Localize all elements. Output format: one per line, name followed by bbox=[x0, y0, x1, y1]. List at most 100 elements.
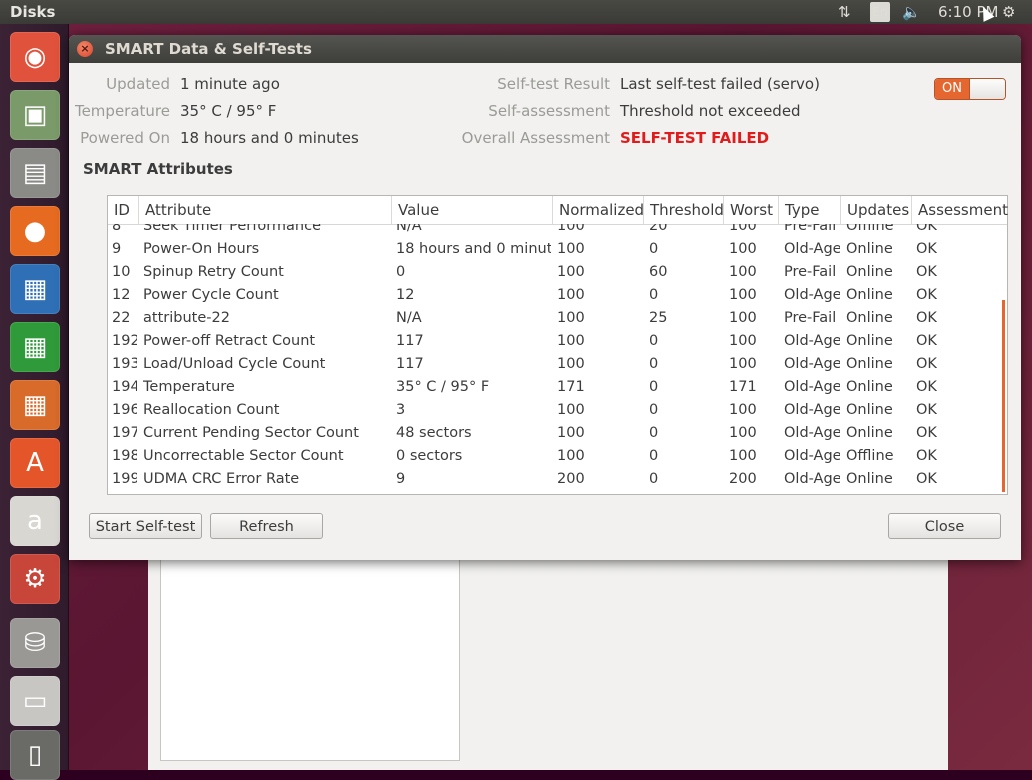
refresh-button[interactable]: Refresh bbox=[210, 513, 323, 539]
cell-normalized: 100 bbox=[557, 264, 585, 280]
cell-type: Old-Age bbox=[784, 356, 840, 372]
info-value-2: 18 hours and 0 minutes bbox=[180, 129, 359, 147]
cell-type: Pre-Fail bbox=[784, 310, 837, 326]
cell-assessment: OK bbox=[916, 379, 937, 395]
cell-type: Pre-Fail bbox=[784, 224, 837, 234]
table-row[interactable]: 198 Uncorrectable Sector Count 0 sectors 10… bbox=[108, 445, 1003, 468]
table-row[interactable]: 197 Current Pending Sector Count 48 sector… bbox=[108, 422, 1003, 445]
network-arrows-icon[interactable]: ⇅ bbox=[838, 2, 858, 22]
cell-type: Pre-Fail bbox=[784, 264, 837, 280]
cell-normalized: 100 bbox=[557, 356, 585, 372]
cell-attribute: Spinup Retry Count bbox=[143, 264, 284, 280]
table-row[interactable]: 12 Power Cycle Count 12 100 0 100 Old-Age Onlin… bbox=[108, 284, 1003, 307]
cell-attribute: Current Pending Sector Count bbox=[143, 425, 359, 441]
keyboard-language-indicator[interactable]: En bbox=[870, 2, 890, 22]
ubuntu-dash-icon-glyph: ◉ bbox=[23, 42, 47, 72]
switch-knob[interactable] bbox=[969, 79, 1005, 99]
libreoffice-calc-icon[interactable]: ▦ bbox=[10, 322, 60, 372]
column-header-threshold[interactable]: Threshold bbox=[644, 196, 724, 224]
firefox-icon[interactable]: ● bbox=[10, 206, 60, 256]
column-header-normalized[interactable]: Normalized bbox=[553, 196, 644, 224]
cell-attribute: Uncorrectable Sector Count bbox=[143, 448, 344, 464]
cell-value: 3 bbox=[396, 402, 406, 418]
cell-assessment: OK bbox=[916, 356, 937, 372]
cell-type: Old-Age bbox=[784, 448, 840, 464]
info-label-2: Powered On bbox=[80, 129, 170, 147]
cell-id: 12 bbox=[112, 287, 131, 303]
cell-value: 18 hours and 0 minutes bbox=[396, 241, 551, 257]
amazon-icon-glyph: a bbox=[27, 506, 43, 536]
assessment-label-1: Self-assessment bbox=[488, 102, 610, 120]
column-header-type[interactable]: Type bbox=[779, 196, 841, 224]
cell-updates: Online bbox=[846, 356, 893, 372]
cell-normalized: 100 bbox=[557, 310, 585, 326]
cell-id: 199 bbox=[112, 471, 137, 487]
cell-attribute: Power-On Hours bbox=[143, 241, 260, 257]
cell-normalized: 100 bbox=[557, 241, 585, 257]
close-button[interactable]: Close bbox=[888, 513, 1001, 539]
cell-worst: 100 bbox=[729, 356, 757, 372]
cell-updates: Online bbox=[846, 264, 893, 280]
cell-attribute: Load/Unload Cycle Count bbox=[143, 356, 326, 372]
table-row[interactable]: 10 Spinup Retry Count 0 100 60 100 Pre-Fail Onl… bbox=[108, 261, 1003, 284]
cell-worst: 100 bbox=[729, 310, 757, 326]
disks-icon[interactable]: ⛁ bbox=[10, 618, 60, 668]
cell-value: 48 sectors bbox=[396, 425, 472, 441]
assessment-label-2: Overall Assessment bbox=[461, 129, 610, 147]
column-header-worst[interactable]: Worst bbox=[724, 196, 779, 224]
top-panel: Disks ⇅ En 🔈 6:10 PM ⚙ bbox=[0, 0, 1032, 24]
table-row[interactable]: 194 Temperature 35° C / 95° F 171 0 171 Old-Ag… bbox=[108, 376, 1003, 399]
column-header-attribute[interactable]: Attribute bbox=[139, 196, 392, 224]
column-header-updates[interactable]: Updates bbox=[841, 196, 912, 224]
cell-assessment: OK bbox=[916, 241, 937, 257]
volume-icon[interactable]: 🔈 bbox=[902, 2, 924, 22]
system-settings-icon[interactable]: ⚙ bbox=[10, 554, 60, 604]
cell-updates: Online bbox=[846, 471, 893, 487]
table-scrollbar[interactable] bbox=[1002, 300, 1005, 492]
table-row[interactable]: 192 Power-off Retract Count 117 100 0 100 Old-… bbox=[108, 330, 1003, 353]
cell-attribute: attribute-22 bbox=[143, 310, 230, 326]
cell-worst: 100 bbox=[729, 425, 757, 441]
libreoffice-impress-icon[interactable]: ▦ bbox=[10, 380, 60, 430]
session-gear-icon[interactable]: ⚙ bbox=[1002, 2, 1022, 22]
cell-attribute: UDMA CRC Error Rate bbox=[143, 471, 300, 487]
cell-updates: Offline bbox=[846, 448, 894, 464]
cell-id: 10 bbox=[112, 264, 131, 280]
cell-value: 9 bbox=[396, 471, 406, 487]
smart-enable-switch[interactable]: ON bbox=[934, 78, 1006, 100]
files-icon[interactable]: ▤ bbox=[10, 148, 60, 198]
drive-icon[interactable]: ▭ bbox=[10, 676, 60, 726]
column-header-assessment[interactable]: Assessment bbox=[912, 196, 1008, 224]
cell-value: N/A bbox=[396, 224, 422, 234]
table-row[interactable]: 9 Power-On Hours 18 hours and 0 minutes 100… bbox=[108, 238, 1003, 261]
libreoffice-writer-icon-glyph: ▦ bbox=[22, 274, 48, 304]
libreoffice-impress-icon-glyph: ▦ bbox=[22, 390, 48, 420]
software-center-icon[interactable]: A bbox=[10, 438, 60, 488]
trash-icon[interactable]: ▯ bbox=[10, 730, 60, 780]
install-ubuntu-icon[interactable]: ▣ bbox=[10, 90, 60, 140]
table-row[interactable]: 199 UDMA CRC Error Rate 9 200 0 200 Old-Age Onl… bbox=[108, 468, 1003, 491]
cell-normalized: 100 bbox=[557, 425, 585, 441]
info-value-0: 1 minute ago bbox=[180, 75, 280, 93]
cell-type: Old-Age bbox=[784, 425, 840, 441]
table-row[interactable]: 193 Load/Unload Cycle Count 117 100 0 100 Old-… bbox=[108, 353, 1003, 376]
amazon-icon[interactable]: a bbox=[10, 496, 60, 546]
start-self-test-button[interactable]: Start Self-test bbox=[89, 513, 202, 539]
software-center-icon-glyph: A bbox=[26, 448, 44, 478]
cell-threshold: 0 bbox=[649, 356, 659, 372]
column-header-id[interactable]: ID bbox=[108, 196, 139, 224]
table-row[interactable]: 8 Seek Timer Performance N/A 100 20 100 Pre-Fa… bbox=[108, 224, 1003, 238]
table-row[interactable]: 22 attribute-22 N/A 100 25 100 Pre-Fail Online O… bbox=[108, 307, 1003, 330]
cell-normalized: 100 bbox=[557, 448, 585, 464]
cell-normalized: 171 bbox=[557, 379, 585, 395]
cell-value: 0 sectors bbox=[396, 448, 463, 464]
window-close-icon[interactable]: × bbox=[77, 41, 93, 57]
cell-type: Old-Age bbox=[784, 241, 840, 257]
libreoffice-writer-icon[interactable]: ▦ bbox=[10, 264, 60, 314]
cell-type: Old-Age bbox=[784, 287, 840, 303]
column-header-value[interactable]: Value bbox=[392, 196, 553, 224]
table-row[interactable]: 196 Reallocation Count 3 100 0 100 Old-Age Onli… bbox=[108, 399, 1003, 422]
cell-value: N/A bbox=[396, 310, 422, 326]
cell-id: 194 bbox=[112, 379, 137, 395]
ubuntu-dash-icon[interactable]: ◉ bbox=[10, 32, 60, 82]
